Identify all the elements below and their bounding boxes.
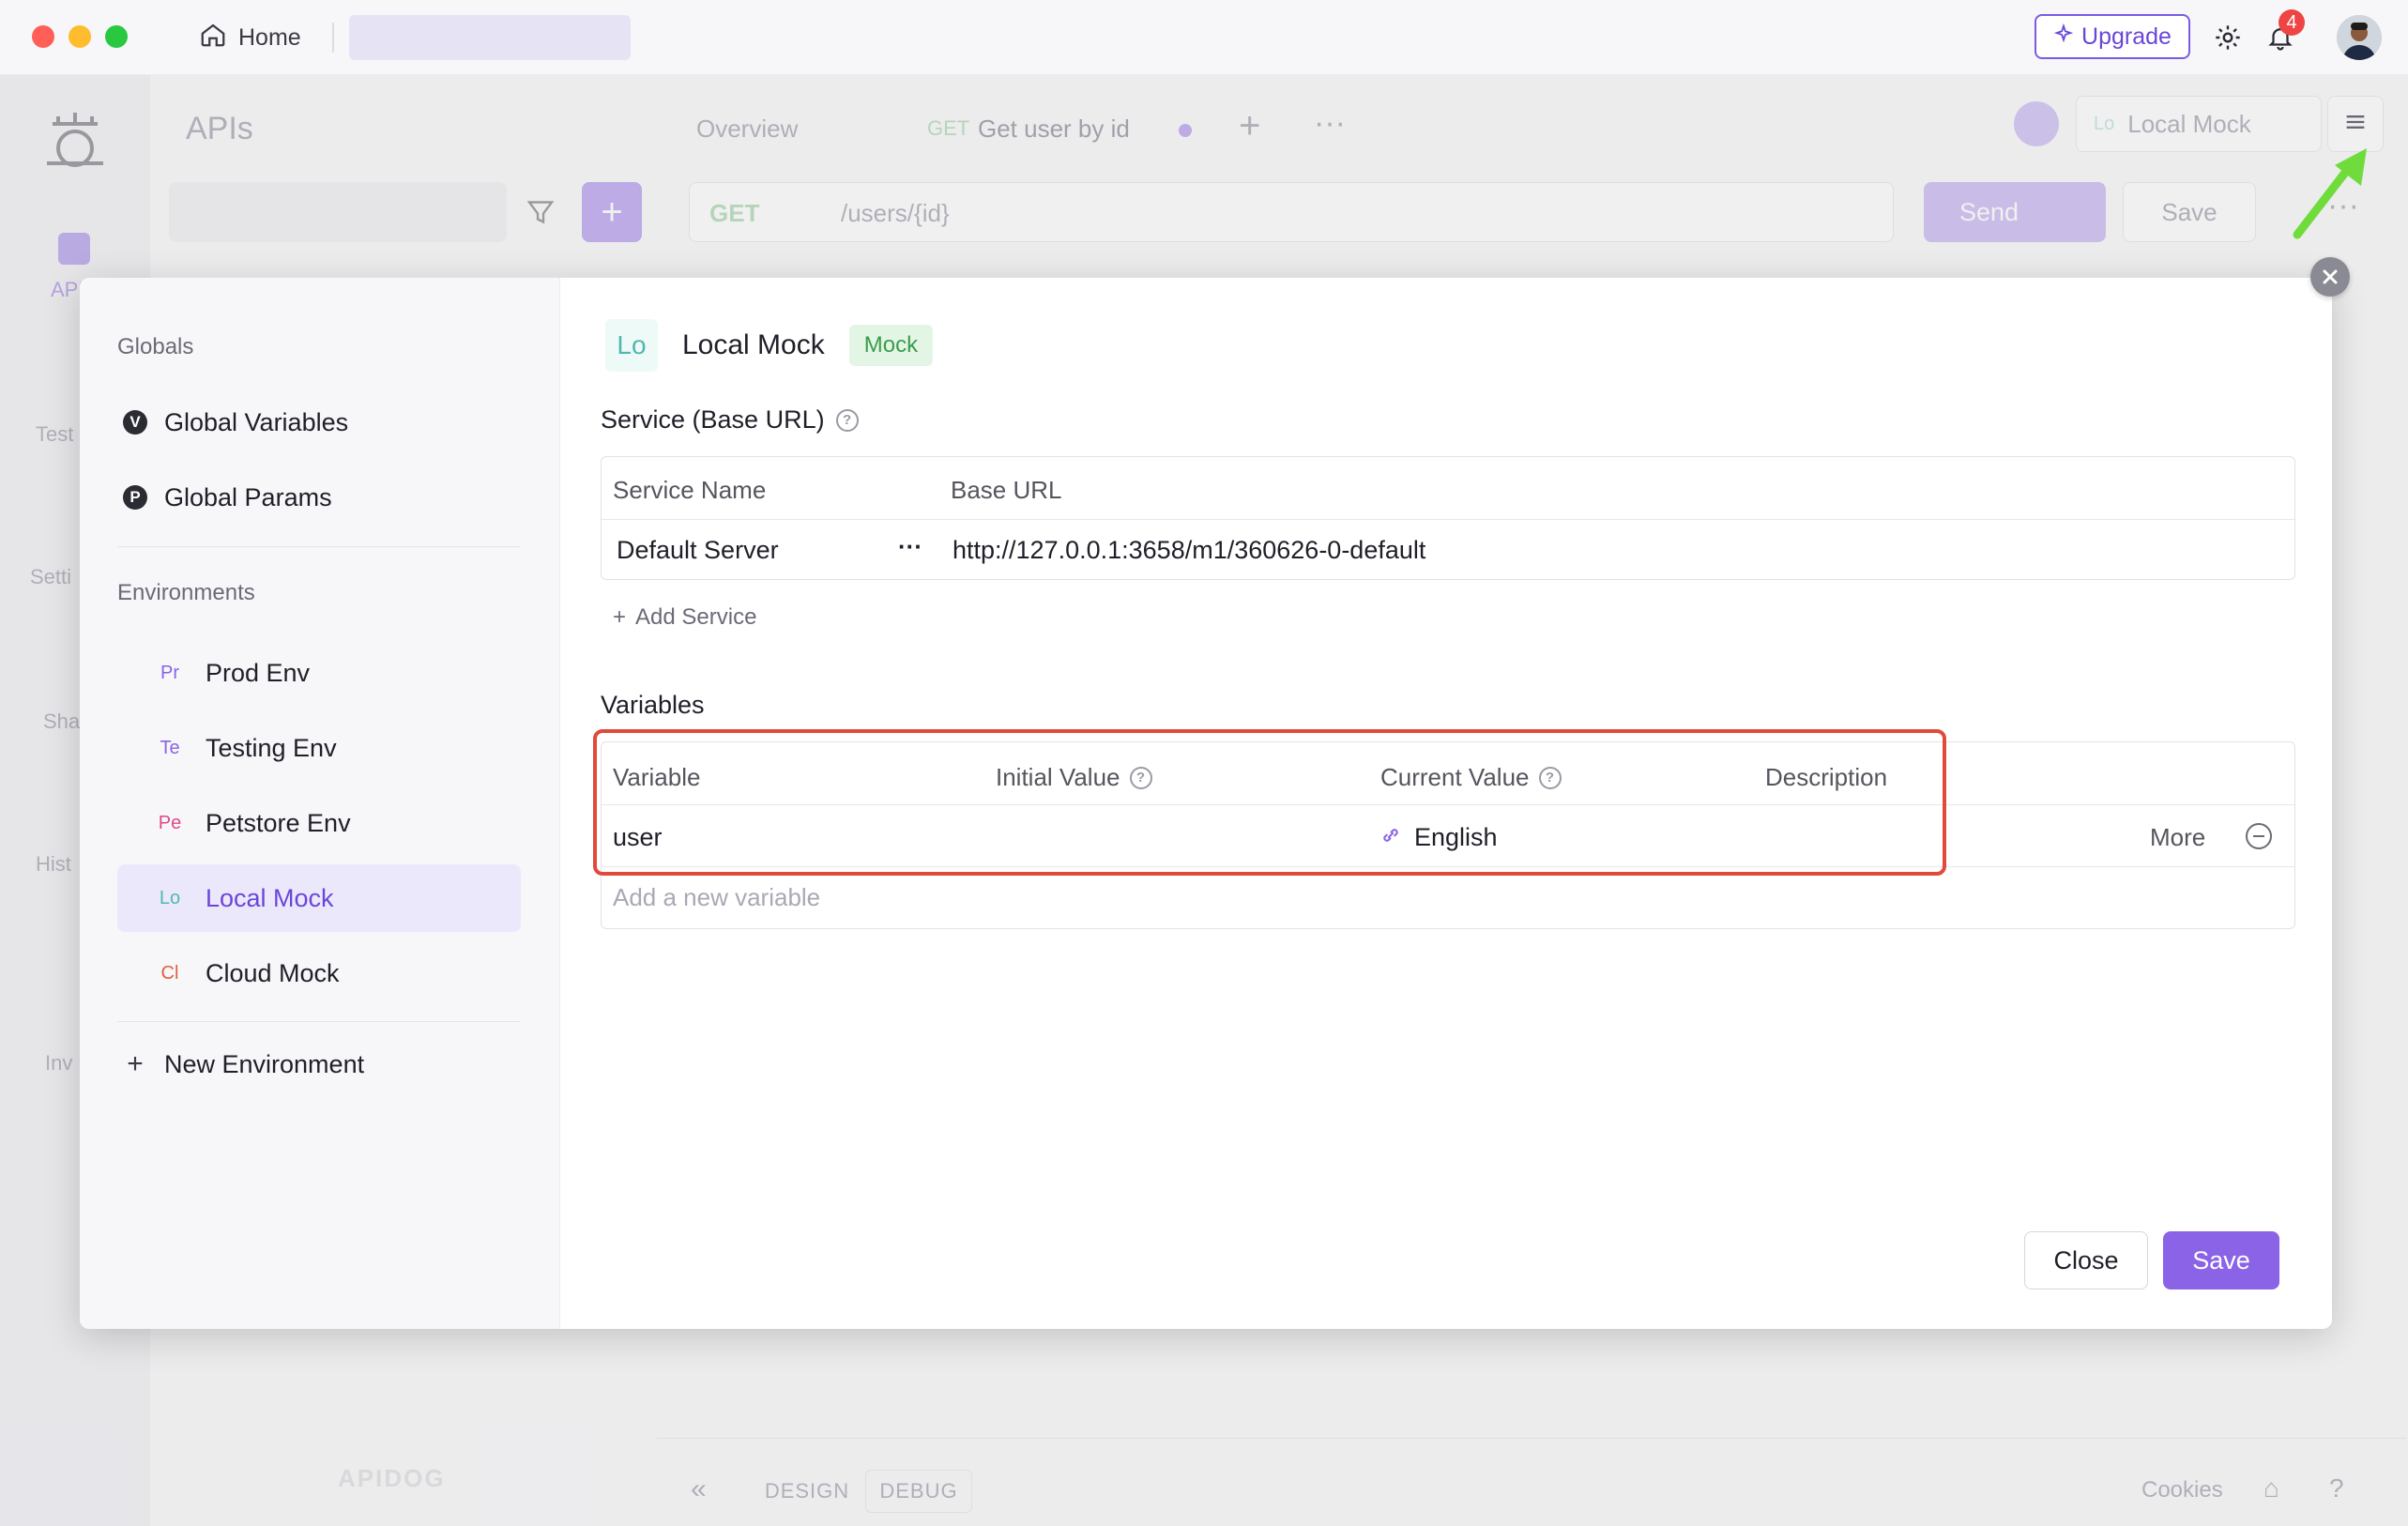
sidebar-item-prod-env[interactable]: Pr Prod Env — [117, 639, 521, 707]
sidebar-item-global-params[interactable]: P Global Params — [117, 464, 521, 531]
close-modal-button[interactable]: Close — [2024, 1231, 2148, 1289]
sidebar-divider — [117, 546, 521, 547]
sidebar-item-petstore-env[interactable]: Pe Petstore Env — [117, 789, 521, 857]
plus-icon: + — [127, 1048, 144, 1079]
params-badge-icon: P — [123, 485, 147, 510]
plus-icon: + — [613, 604, 627, 630]
sidebar-item-label: Petstore Env — [206, 808, 351, 837]
service-label-text: Service (Base URL) — [601, 405, 825, 434]
new-environment-button[interactable]: + New Environment — [117, 1030, 521, 1098]
sidebar-item-label: Prod Env — [206, 658, 311, 687]
sidebar-item-cloud-mock[interactable]: Cl Cloud Mock — [117, 939, 521, 1007]
window-zoom-button[interactable] — [105, 25, 128, 48]
sidebar-item-testing-env[interactable]: Te Testing Env — [117, 714, 521, 782]
variable-more-button[interactable]: More — [2150, 823, 2205, 852]
sidebar-item-global-variables[interactable]: V Global Variables — [117, 389, 521, 456]
variables-label-text: Variables — [601, 691, 705, 719]
base-url-cell[interactable]: http://127.0.0.1:3658/m1/360626-0-defaul… — [953, 536, 1425, 565]
window-minimize-button[interactable] — [69, 25, 91, 48]
environments-heading: Environments — [117, 580, 255, 605]
remove-variable-icon[interactable] — [2246, 823, 2272, 849]
home-tab-label: Home — [238, 23, 301, 51]
settings-gear-icon[interactable] — [2209, 19, 2247, 56]
env-badge: Lo — [159, 887, 181, 908]
annotation-arrow-icon — [2293, 148, 2367, 239]
sidebar-item-label: Cloud Mock — [206, 958, 340, 987]
variables-section-label: Variables — [601, 691, 705, 720]
home-tab[interactable]: Home — [199, 19, 301, 56]
close-label: Close — [2053, 1245, 2119, 1274]
sparkle-icon — [2053, 23, 2074, 51]
sidebar-item-label: Global Params — [164, 482, 332, 511]
add-service-label: Add Service — [635, 604, 757, 630]
sidebar-item-local-mock[interactable]: Lo Local Mock — [117, 864, 521, 932]
add-service-button[interactable]: + Add Service — [613, 604, 756, 631]
sidebar-item-label: Local Mock — [206, 883, 334, 912]
globals-heading: Globals — [117, 334, 194, 359]
service-row-more-icon[interactable]: ··· — [898, 532, 922, 561]
service-name-cell[interactable]: Default Server — [617, 536, 779, 565]
environment-title[interactable]: Local Mock — [682, 329, 825, 361]
mock-tag: Mock — [848, 325, 934, 366]
environment-header: Lo Local Mock Mock — [605, 319, 934, 372]
env-badge: Pe — [158, 812, 182, 833]
sidebar-divider — [117, 1021, 521, 1022]
window-close-button[interactable] — [32, 25, 54, 48]
upgrade-button[interactable]: Upgrade — [2035, 14, 2190, 59]
service-section-label: Service (Base URL) ? — [601, 405, 859, 435]
help-circle-icon[interactable]: ? — [835, 408, 859, 432]
notification-count-badge: 4 — [2278, 9, 2305, 36]
save-environment-button[interactable]: Save — [2163, 1231, 2279, 1289]
upgrade-label: Upgrade — [2081, 23, 2172, 50]
new-environment-label: New Environment — [164, 1049, 365, 1078]
env-badge: Pr — [160, 662, 179, 683]
home-icon — [199, 21, 227, 55]
project-tab[interactable] — [349, 15, 631, 60]
environment-badge: Lo — [605, 319, 658, 372]
env-badge: Te — [160, 737, 180, 758]
variables-highlight-box — [593, 729, 1946, 876]
modal-close-icon[interactable] — [2310, 257, 2350, 297]
user-avatar[interactable] — [2337, 15, 2382, 60]
variables-badge-icon: V — [123, 410, 147, 435]
base-url-header: Base URL — [951, 476, 1062, 504]
titlebar-divider — [332, 23, 334, 53]
add-variable-input[interactable]: Add a new variable — [613, 883, 820, 912]
sidebar-item-label: Global Variables — [164, 407, 349, 436]
save-label: Save — [2192, 1245, 2250, 1274]
sidebar-item-label: Testing Env — [206, 733, 337, 762]
service-table: Service Name Base URL Default Server ···… — [601, 456, 2295, 580]
table-row-divider — [602, 519, 2294, 520]
env-badge: Cl — [160, 962, 179, 984]
service-name-header: Service Name — [613, 476, 767, 504]
